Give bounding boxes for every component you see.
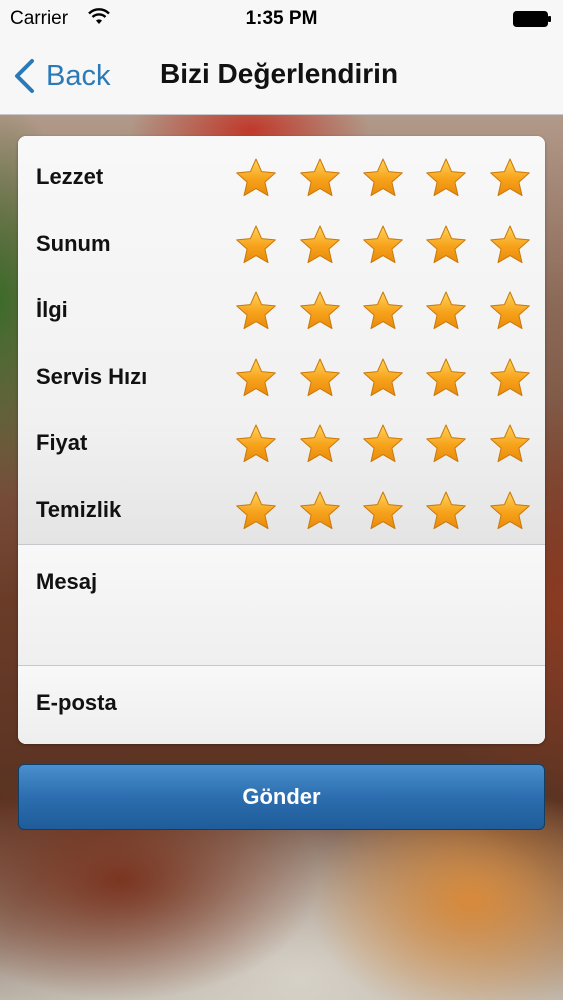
- rating-label: Fiyat: [36, 430, 88, 456]
- submit-button-label: Gönder: [242, 784, 321, 809]
- star-icon[interactable]: [298, 156, 342, 200]
- email-field[interactable]: E-posta: [18, 666, 545, 744]
- rating-row: Sunum: [18, 209, 545, 275]
- page-title: Bizi Değerlendirin: [160, 58, 399, 89]
- chevron-left-icon: [15, 59, 34, 93]
- status-bar: Carrier 1:35 PM: [0, 0, 563, 38]
- rating-list: Lezzet Sunum İlgi Servis Hızı Fiyat Temizlik: [18, 136, 545, 545]
- rating-row: İlgi: [18, 275, 545, 341]
- star-icon[interactable]: [298, 356, 342, 400]
- star-icon[interactable]: [361, 223, 405, 267]
- star-icon[interactable]: [424, 356, 468, 400]
- star-icon[interactable]: [424, 489, 468, 533]
- star-icon[interactable]: [234, 223, 278, 267]
- star-icon[interactable]: [234, 489, 278, 533]
- star-icon[interactable]: [234, 356, 278, 400]
- star-icon[interactable]: [488, 489, 532, 533]
- star-icon[interactable]: [424, 156, 468, 200]
- star-icon[interactable]: [361, 289, 405, 333]
- star-icon[interactable]: [361, 489, 405, 533]
- star-icon[interactable]: [234, 289, 278, 333]
- star-icon[interactable]: [488, 422, 532, 466]
- star-icon[interactable]: [424, 223, 468, 267]
- star-icon[interactable]: [424, 422, 468, 466]
- submit-button[interactable]: Gönder: [18, 764, 545, 830]
- rating-label: Temizlik: [36, 497, 122, 522]
- star-icon[interactable]: [361, 422, 405, 466]
- navigation-bar: Back Bizi Değerlendirin: [0, 38, 563, 115]
- message-label: Mesaj: [36, 569, 98, 594]
- rating-label: Lezzet: [36, 164, 104, 189]
- star-icon[interactable]: [234, 156, 278, 200]
- clock: 1:35 PM: [245, 8, 318, 29]
- email-label: E-posta: [36, 690, 117, 715]
- rating-form: Lezzet Sunum İlgi Servis Hızı Fiyat Temizlik …: [18, 136, 545, 744]
- star-icon[interactable]: [488, 156, 532, 200]
- star-icon[interactable]: [361, 356, 405, 400]
- star-icon[interactable]: [361, 156, 405, 200]
- rating-row: Fiyat: [18, 408, 545, 474]
- battery-icon: [513, 11, 551, 27]
- star-icon[interactable]: [298, 289, 342, 333]
- rating-row: Lezzet: [18, 142, 545, 208]
- message-field[interactable]: Mesaj: [18, 545, 545, 666]
- star-icon[interactable]: [488, 289, 532, 333]
- star-icon[interactable]: [424, 289, 468, 333]
- back-button-label: Back: [46, 59, 111, 92]
- star-icon[interactable]: [488, 223, 532, 267]
- star-icon[interactable]: [298, 223, 342, 267]
- star-icon[interactable]: [488, 356, 532, 400]
- star-icon[interactable]: [298, 489, 342, 533]
- rating-label: İlgi: [36, 297, 68, 323]
- rating-label: Servis Hızı: [36, 363, 148, 389]
- star-icon[interactable]: [298, 422, 342, 466]
- rating-row: Servis Hızı: [18, 342, 545, 408]
- star-icon[interactable]: [234, 422, 278, 466]
- back-button[interactable]: Back: [12, 56, 110, 96]
- rating-row: Temizlik: [18, 475, 545, 541]
- rating-label: Sunum: [36, 230, 111, 256]
